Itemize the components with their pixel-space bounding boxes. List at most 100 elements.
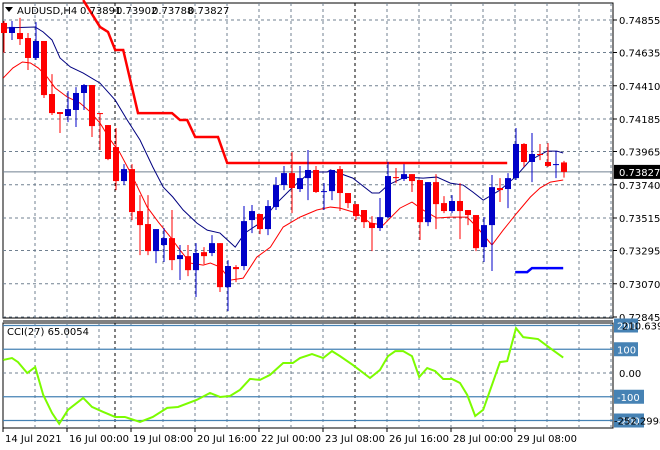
candle-body xyxy=(65,109,71,117)
candle-body xyxy=(153,229,159,252)
time-axis-label: 16 Jul 00:00 xyxy=(69,434,129,445)
time-axis-label: 28 Jul 00:00 xyxy=(453,434,513,445)
candle-body xyxy=(89,85,95,127)
cci-label: CCI(27) 65.0054 xyxy=(7,327,89,338)
candle-body xyxy=(9,26,15,34)
candle-body xyxy=(409,174,415,182)
candle-body xyxy=(137,211,143,226)
time-axis-label: 20 Jul 16:00 xyxy=(197,434,257,445)
candle-body xyxy=(481,225,487,248)
candle-body xyxy=(361,210,367,223)
time-axis-label: 19 Jul 08:00 xyxy=(133,434,193,445)
candle-body xyxy=(265,206,271,230)
candle-body xyxy=(145,224,151,252)
candle-body xyxy=(553,164,559,166)
candle-body xyxy=(449,201,455,212)
candle-body xyxy=(505,178,511,190)
candle-body xyxy=(81,85,87,93)
candle-body xyxy=(113,147,119,182)
candle-body xyxy=(353,204,359,217)
candle xyxy=(41,40,47,99)
price-axis-label: 0.73515 xyxy=(619,214,660,225)
candle-body xyxy=(105,125,111,160)
candle-body xyxy=(185,256,191,271)
candle xyxy=(473,215,479,252)
symbol-label: AUDUSD,H4 xyxy=(17,6,77,17)
candle xyxy=(425,182,431,227)
candle-body xyxy=(489,187,495,226)
candle-body xyxy=(401,174,407,179)
cci-min-label: -252.2998 xyxy=(614,417,660,428)
candle-body xyxy=(25,38,31,58)
candle-body xyxy=(297,178,303,190)
candle-body xyxy=(209,243,215,254)
candle-body xyxy=(169,238,175,261)
candle-body xyxy=(289,173,295,189)
candle-body xyxy=(329,169,335,192)
candle-body xyxy=(377,217,383,229)
price-axis-label: 0.74410 xyxy=(619,82,660,93)
candle-body xyxy=(369,223,375,229)
time-axis-label: 29 Jul 08:00 xyxy=(517,434,577,445)
candle-body xyxy=(473,215,479,249)
candle-body xyxy=(345,193,351,204)
current-price-label: 0.73827 xyxy=(619,168,660,179)
candle-body xyxy=(73,92,79,110)
candle-body xyxy=(201,252,207,257)
candle-body xyxy=(337,169,343,194)
price-axis-label: 0.73740 xyxy=(619,181,660,192)
chart-canvas[interactable]: 0.74855 0.74635 0.74410 0.74185 0.73965 0.737… xyxy=(0,0,660,450)
candle-body xyxy=(321,191,327,193)
candle-body xyxy=(433,182,439,205)
candle-body xyxy=(537,154,543,156)
candle-body xyxy=(529,154,535,162)
candle-body xyxy=(49,94,55,114)
price-axis-label: 0.74855 xyxy=(619,16,660,27)
candle-body xyxy=(233,267,239,270)
candle-body xyxy=(441,203,447,212)
candle-body xyxy=(241,221,247,267)
candle-body xyxy=(193,253,199,271)
candle-body xyxy=(385,176,391,218)
candle-body xyxy=(513,143,519,179)
candle-body xyxy=(177,255,183,260)
candle-body xyxy=(217,243,223,288)
candle-body xyxy=(273,185,279,208)
candle-body xyxy=(465,210,471,216)
candle-body xyxy=(41,40,47,96)
price-axis-label: 0.73965 xyxy=(619,148,660,159)
grid xyxy=(2,2,614,429)
candle-body xyxy=(129,169,135,213)
candle-body xyxy=(17,33,23,40)
candle-body xyxy=(561,162,567,172)
candle xyxy=(217,243,223,293)
candle-body xyxy=(257,214,263,230)
cci-level-label: -100 xyxy=(617,393,640,404)
candle-body xyxy=(305,169,311,179)
cci-pane-frame xyxy=(2,322,614,429)
candle-body xyxy=(1,22,7,34)
candle-body xyxy=(425,182,431,223)
price-axis-label: 0.74185 xyxy=(619,115,660,126)
candle-body xyxy=(313,169,319,192)
time-axis-label: 23 Jul 08:00 xyxy=(325,434,385,445)
candle xyxy=(105,125,111,161)
cci-level-label: 100 xyxy=(617,345,636,356)
time-axis-label: 26 Jul 16:00 xyxy=(389,434,449,445)
candle-body xyxy=(545,161,551,166)
candle-body xyxy=(121,169,127,182)
candle-body xyxy=(33,40,39,58)
candle-body xyxy=(97,113,103,115)
price-axis-label: 0.73295 xyxy=(619,247,660,258)
candle-body xyxy=(281,173,287,186)
time-axis-label: 22 Jul 00:00 xyxy=(261,434,321,445)
ohlc-close: 0.73827 xyxy=(188,6,229,17)
candle-body xyxy=(497,188,503,191)
candle-body xyxy=(57,112,63,114)
candle-body xyxy=(417,180,423,223)
candle-body xyxy=(521,143,527,162)
candle-body xyxy=(225,266,231,288)
candle-body xyxy=(161,238,167,246)
price-axis-label: 0.74635 xyxy=(619,49,660,60)
price-axis-label: 0.73070 xyxy=(619,280,660,291)
